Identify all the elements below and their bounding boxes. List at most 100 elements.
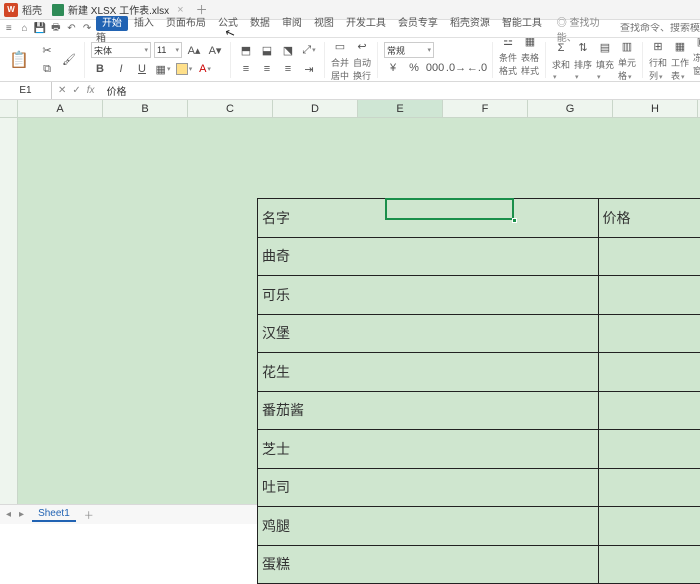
cell-name[interactable]: 汉堡 xyxy=(258,314,599,353)
align-center-button[interactable]: ≡ xyxy=(258,60,276,78)
cell-price[interactable]: 45 xyxy=(598,314,700,353)
column-header-G[interactable]: G xyxy=(528,100,613,117)
cell-price[interactable]: 56 xyxy=(598,430,700,469)
cond-format-button[interactable]: ☳ xyxy=(499,38,517,50)
cell-name[interactable]: 蛋糕 xyxy=(258,545,599,584)
sum-button[interactable]: Σ xyxy=(552,39,570,57)
fill-button[interactable]: ▤ xyxy=(596,39,614,57)
menu-tab-8[interactable]: 会员专享 xyxy=(392,16,444,31)
align-right-button[interactable]: ≡ xyxy=(279,60,297,78)
table-row[interactable]: 鸡腿89 xyxy=(258,507,700,546)
table-row[interactable]: 汉堡45 xyxy=(258,314,700,353)
undo-icon[interactable]: ↶ xyxy=(65,22,79,36)
cut-button[interactable]: ✂ xyxy=(38,41,56,59)
fill-handle[interactable] xyxy=(512,218,517,223)
paste-button[interactable]: 📋 xyxy=(4,43,34,77)
underline-button[interactable]: U xyxy=(133,60,151,78)
increase-font-button[interactable]: A▴ xyxy=(185,41,203,59)
font-color-button[interactable]: A xyxy=(196,60,214,78)
cell-style-button[interactable]: ▦ xyxy=(521,38,539,50)
table-row[interactable]: 番茄酱50 xyxy=(258,391,700,430)
freeze-button[interactable]: ▣ xyxy=(693,38,700,50)
cell-name[interactable]: 可乐 xyxy=(258,276,599,315)
save-icon[interactable]: 💾 xyxy=(33,22,47,36)
print-icon[interactable]: 🖶 xyxy=(49,22,63,36)
orientation-button[interactable]: ⤢ xyxy=(300,41,318,59)
border-button[interactable]: ▦ xyxy=(154,60,172,78)
cell-price[interactable]: 98 xyxy=(598,545,700,584)
add-sheet-button[interactable]: ＋ xyxy=(84,507,94,522)
indent-button[interactable]: ⇥ xyxy=(300,60,318,78)
cell-name[interactable]: 花生 xyxy=(258,353,599,392)
sort-button[interactable]: ⇅ xyxy=(574,39,592,57)
select-all-corner[interactable] xyxy=(0,100,18,118)
increase-decimal-button[interactable]: .0→ xyxy=(447,59,465,77)
cell-name[interactable]: 番茄酱 xyxy=(258,391,599,430)
cell-price[interactable]: 50 xyxy=(598,391,700,430)
merge-button[interactable]: ▭ xyxy=(331,38,349,55)
cell-price[interactable]: 13 xyxy=(598,237,700,276)
format-cell-button[interactable]: ▥ xyxy=(618,38,636,55)
column-header-E[interactable]: E xyxy=(358,100,443,117)
confirm-icon[interactable]: ✓ xyxy=(72,85,80,96)
currency-button[interactable]: ¥ xyxy=(384,59,402,77)
name-box[interactable]: E1 xyxy=(0,82,52,99)
align-left-button[interactable]: ≡ xyxy=(237,60,255,78)
tab-nav-prev[interactable]: ◂ xyxy=(6,509,11,520)
menu-tab-7[interactable]: 开发工具 xyxy=(340,16,392,31)
menu-tab-3[interactable]: 公式 xyxy=(212,16,244,31)
menu-tab-6[interactable]: 视图 xyxy=(308,16,340,31)
data-table[interactable]: 名字价格曲奇13可乐22汉堡45花生50番茄酱50芝士56吐司88鸡腿89蛋糕9… xyxy=(257,198,700,584)
column-header-B[interactable]: B xyxy=(103,100,188,117)
format-painter-button[interactable]: 🖌 xyxy=(60,51,78,69)
number-format-select[interactable]: 常规 xyxy=(384,42,434,58)
menu-tab-5[interactable]: 审阅 xyxy=(276,16,308,31)
bold-button[interactable]: B xyxy=(91,60,109,78)
cell-name[interactable]: 吐司 xyxy=(258,468,599,507)
column-headers[interactable]: ABCDEFGH xyxy=(18,100,700,118)
column-header-A[interactable]: A xyxy=(18,100,103,117)
search-input[interactable] xyxy=(620,23,700,34)
column-header-D[interactable]: D xyxy=(273,100,358,117)
align-top-button[interactable]: ⬒ xyxy=(237,41,255,59)
fill-color-button[interactable] xyxy=(175,60,193,78)
spreadsheet-area[interactable]: ABCDEFGH 名字价格曲奇13可乐22汉堡45花生50番茄酱50芝士56吐司… xyxy=(0,100,700,504)
menu-tab-0[interactable]: 开始 xyxy=(96,16,128,31)
redo-icon[interactable]: ↷ xyxy=(80,22,94,36)
comma-button[interactable]: 000 xyxy=(426,59,444,77)
header-name[interactable]: 名字 xyxy=(258,199,599,238)
header-price[interactable]: 价格 xyxy=(598,199,700,238)
row-headers[interactable] xyxy=(0,118,18,504)
column-header-H[interactable]: H xyxy=(613,100,698,117)
align-bottom-button[interactable]: ⬔ xyxy=(279,41,297,59)
menu-tab-2[interactable]: 页面布局 xyxy=(160,16,212,31)
cell-price[interactable]: 22 xyxy=(598,276,700,315)
cell-name[interactable]: 芝士 xyxy=(258,430,599,469)
italic-button[interactable]: I xyxy=(112,60,130,78)
table-row[interactable]: 吐司88 xyxy=(258,468,700,507)
tab-nav-next[interactable]: ▸ xyxy=(19,509,24,520)
cell-name[interactable]: 鸡腿 xyxy=(258,507,599,546)
home-icon[interactable]: ⌂ xyxy=(18,22,32,36)
cell-price[interactable]: 89 xyxy=(598,507,700,546)
cell-name[interactable]: 曲奇 xyxy=(258,237,599,276)
table-row[interactable]: 曲奇13 xyxy=(258,237,700,276)
worksheet-button[interactable]: ▦ xyxy=(671,38,689,55)
cancel-icon[interactable]: ✕ xyxy=(58,85,66,96)
table-row[interactable]: 蛋糕98 xyxy=(258,545,700,584)
table-row[interactable]: 花生50 xyxy=(258,353,700,392)
menu-tab-4[interactable]: 数据 xyxy=(244,16,276,31)
menu-tab-1[interactable]: 插入 xyxy=(128,16,160,31)
formula-input[interactable]: 价格 xyxy=(101,83,700,98)
fx-icon[interactable]: fx xyxy=(87,85,95,96)
percent-button[interactable]: % xyxy=(405,59,423,77)
cell-grid[interactable]: 名字价格曲奇13可乐22汉堡45花生50番茄酱50芝士56吐司88鸡腿89蛋糕9… xyxy=(18,118,700,504)
font-size-select[interactable]: 11 xyxy=(154,42,182,58)
copy-button[interactable]: ⧉ xyxy=(38,60,56,78)
wrap-button[interactable]: ↩ xyxy=(353,38,371,55)
cell-price[interactable]: 50 xyxy=(598,353,700,392)
file-menu-icon[interactable]: ≡ xyxy=(2,22,16,36)
sheet-tab[interactable]: Sheet1 xyxy=(32,507,76,522)
cell-price[interactable]: 88 xyxy=(598,468,700,507)
decrease-font-button[interactable]: A▾ xyxy=(206,41,224,59)
